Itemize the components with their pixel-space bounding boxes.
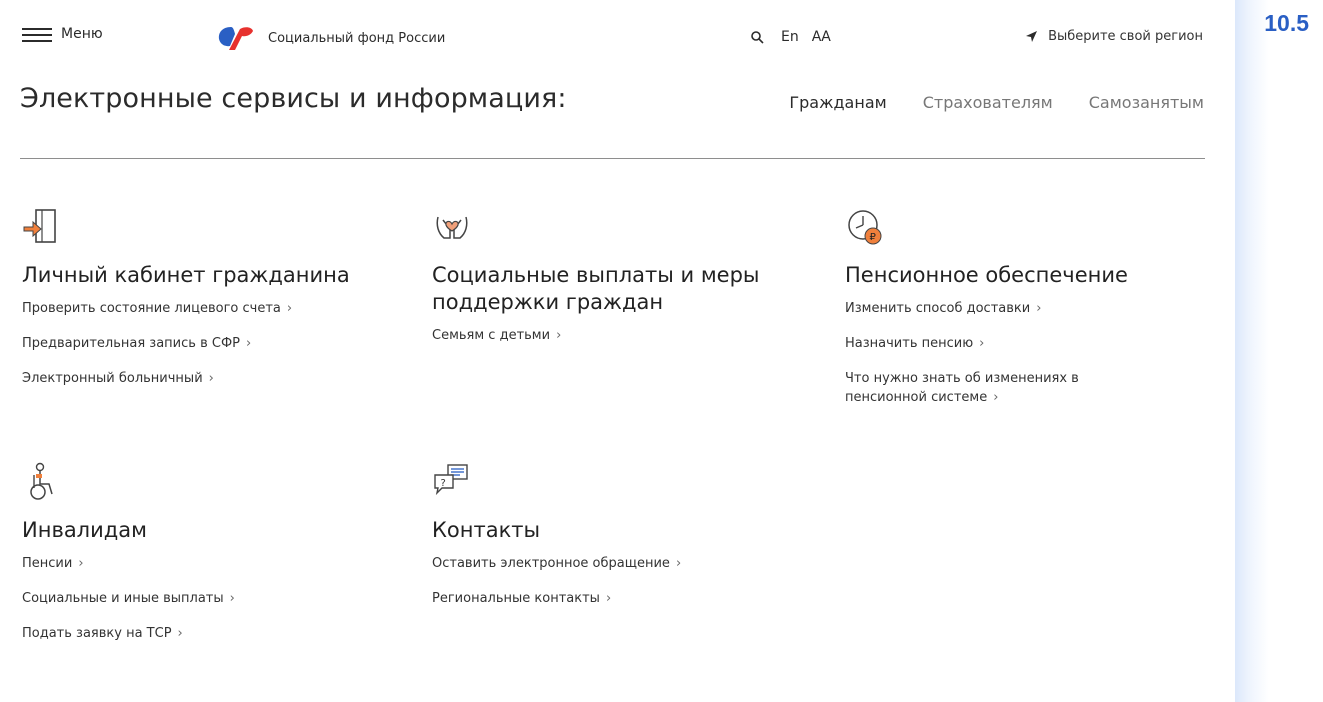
wheelchair-icon <box>30 462 53 500</box>
link-pension-changes[interactable]: Что нужно знать об изменениях в пенсионн… <box>845 369 1115 407</box>
chevron-right-icon: › <box>979 336 985 351</box>
chevron-right-icon: › <box>605 591 612 606</box>
link-regional-contacts[interactable]: Региональные контакты › <box>432 589 782 608</box>
section-title: Инвалидам <box>22 518 147 542</box>
chevron-right-icon: › <box>556 328 562 343</box>
link-sick-leave[interactable]: Электронный больничный › <box>22 369 392 388</box>
section-contacts: ? Контакты Оставить электронное обращени… <box>432 462 782 624</box>
link-change-delivery[interactable]: Изменить способ доставки › <box>845 299 1175 318</box>
chevron-right-icon: › <box>675 556 682 571</box>
chevron-right-icon: › <box>78 556 84 571</box>
divider <box>20 158 1205 159</box>
link-families[interactable]: Семьям с детьми › <box>432 326 782 345</box>
svg-text:?: ? <box>441 478 446 489</box>
logo[interactable]: Социальный фонд России <box>218 25 445 51</box>
link-check-account[interactable]: Проверить состояние лицевого счета › <box>22 299 392 318</box>
header-tools: En АА <box>750 29 844 45</box>
link-tsr-request[interactable]: Подать заявку на ТСР › <box>22 624 392 643</box>
menu-label: Меню <box>61 26 103 42</box>
section-pension: ₽ Пенсионное обеспечение Изменить способ… <box>845 207 1175 423</box>
link-e-appeal[interactable]: Оставить электронное обращение › <box>432 554 782 573</box>
audience-tabs: Гражданам Страхователям Самозанятым <box>753 93 1204 112</box>
link-assign-pension[interactable]: Назначить пенсию › <box>845 334 1175 353</box>
chevron-right-icon: › <box>286 301 293 316</box>
chevron-right-icon: › <box>229 591 235 606</box>
section-title: Контакты <box>432 518 541 542</box>
clock-ruble-icon: ₽ <box>848 210 882 245</box>
side-strip: 10.5 <box>1235 0 1323 702</box>
section-title: Личный кабинет гражданина <box>22 263 350 287</box>
chevron-right-icon: › <box>993 390 999 405</box>
svg-text:₽: ₽ <box>870 232 877 243</box>
logo-text: Социальный фонд России <box>268 30 446 46</box>
section-disabled: Инвалидам Пенсии › Социальные и иные выпл… <box>22 462 392 659</box>
page: Меню Социальный фонд России En АА Выбери… <box>0 0 1235 702</box>
link-social-payments[interactable]: Социальные и иные выплаты › <box>22 589 392 608</box>
link-pensions[interactable]: Пенсии › <box>22 554 392 573</box>
page-number-badge: 10.5 <box>1264 10 1309 36</box>
region-selector[interactable]: Выберите свой регион <box>1025 29 1203 44</box>
chevron-right-icon: › <box>245 336 252 351</box>
tab-self-employed[interactable]: Самозанятым <box>1089 93 1204 112</box>
chevron-right-icon: › <box>208 371 214 386</box>
font-size-toggle[interactable]: АА <box>812 29 831 45</box>
tab-insurers[interactable]: Страхователям <box>923 93 1053 112</box>
chat-question-icon: ? <box>434 464 468 496</box>
hands-heart-icon <box>436 216 468 239</box>
chevron-right-icon: › <box>1036 301 1042 316</box>
section-social-payments: Социальные выплаты и меры поддержки граж… <box>432 207 782 361</box>
section-title: Пенсионное обеспечение <box>845 263 1128 287</box>
link-appointment[interactable]: Предварительная запись в СФР › <box>22 334 392 353</box>
search-icon[interactable] <box>750 30 764 44</box>
page-title: Электронные сервисы и информация: <box>20 83 567 114</box>
door-arrow-icon <box>23 209 56 243</box>
section-title: Социальные выплаты и меры поддержки граж… <box>432 263 760 314</box>
language-switch[interactable]: En <box>781 29 799 45</box>
location-arrow-icon <box>1026 31 1038 42</box>
menu-button[interactable]: Меню <box>22 26 103 42</box>
region-label: Выберите свой регион <box>1048 29 1203 44</box>
section-personal-account: Личный кабинет гражданина Проверить сост… <box>22 207 392 404</box>
chevron-right-icon: › <box>177 626 183 641</box>
tab-citizens[interactable]: Гражданам <box>789 93 886 112</box>
hamburger-icon <box>22 27 52 42</box>
sfr-logo-icon <box>218 27 253 50</box>
